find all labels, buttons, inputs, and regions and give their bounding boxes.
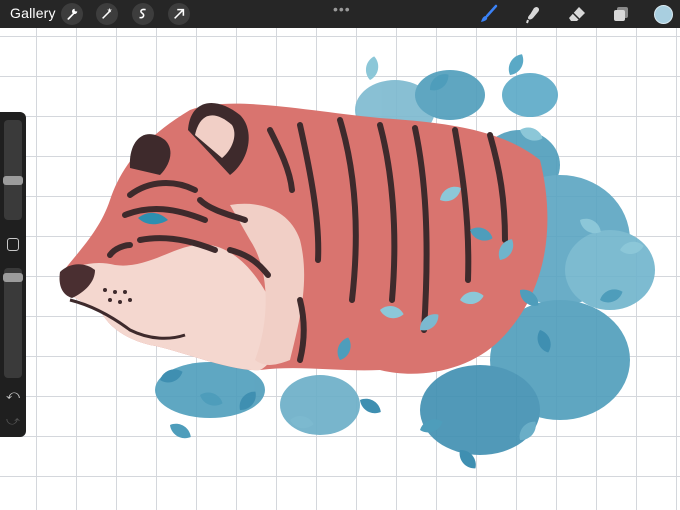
- more-options-icon[interactable]: •••: [333, 1, 351, 17]
- transform-arrow-icon[interactable]: [168, 3, 190, 25]
- brush-size-slider[interactable]: [4, 120, 22, 220]
- gallery-button[interactable]: Gallery: [10, 5, 56, 21]
- brush-size-thumb[interactable]: [3, 176, 23, 185]
- redo-icon[interactable]: ⤻: [6, 413, 20, 429]
- drawing-canvas[interactable]: [0, 26, 680, 510]
- brush-icon[interactable]: [478, 4, 500, 24]
- eraser-icon[interactable]: [566, 4, 588, 24]
- side-toolbar: ⤺ ⤻: [0, 112, 26, 437]
- wrench-icon[interactable]: [61, 3, 83, 25]
- magic-wand-icon[interactable]: [96, 3, 118, 25]
- smudge-icon[interactable]: [523, 4, 545, 24]
- opacity-thumb[interactable]: [3, 273, 23, 282]
- modify-button[interactable]: [7, 238, 19, 251]
- layers-icon[interactable]: [610, 4, 632, 24]
- color-picker-swatch[interactable]: [654, 5, 673, 24]
- undo-icon[interactable]: ⤺: [6, 387, 20, 403]
- top-toolbar: Gallery •••: [0, 0, 680, 28]
- opacity-slider[interactable]: [4, 268, 22, 378]
- selection-icon[interactable]: [132, 3, 154, 25]
- artwork-tiger: [59, 51, 655, 473]
